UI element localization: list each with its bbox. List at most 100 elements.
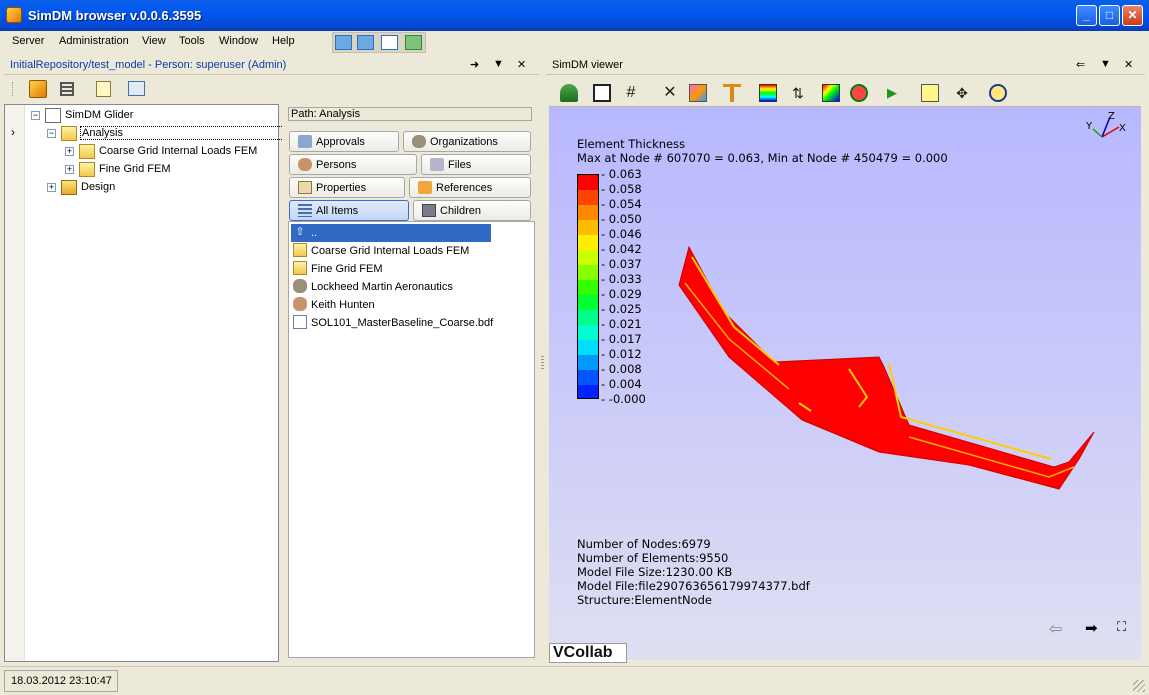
close-panel-icon[interactable]: ✕ <box>517 58 526 71</box>
menu-view[interactable]: View <box>142 35 166 47</box>
approvals-icon <box>298 135 312 148</box>
tab-properties[interactable]: Properties <box>289 177 405 198</box>
analysis-folder-icon <box>293 243 307 257</box>
menu-administration[interactable]: Administration <box>59 35 129 47</box>
close-button[interactable]: ✕ <box>1122 5 1143 26</box>
analysis-folder-icon <box>79 144 95 159</box>
close-panel-icon[interactable]: ✕ <box>1124 58 1133 71</box>
minimize-button[interactable]: _ <box>1076 5 1097 26</box>
status-bar: 18.03.2012 23:10:47 <box>0 666 1149 695</box>
layout-right-icon[interactable] <box>357 35 374 50</box>
item-list: ⇧ .. Coarse Grid Internal Loads FEM Fine… <box>288 221 535 658</box>
expand-icon[interactable]: + <box>47 183 56 192</box>
properties-icon <box>298 181 312 194</box>
note-icon[interactable] <box>921 84 939 102</box>
info-file-size: Model File Size:1230.00 KB <box>577 565 733 579</box>
cube-icon[interactable] <box>689 84 707 102</box>
menu-window[interactable]: Window <box>219 35 258 47</box>
menu-bar: Server Administration View Tools Window … <box>0 31 1149 54</box>
current-row-marker: › <box>11 125 15 139</box>
layout-left-icon[interactable] <box>335 35 352 50</box>
references-icon <box>418 181 432 194</box>
layout-split-icon[interactable] <box>381 35 398 50</box>
section-icon[interactable] <box>723 84 741 102</box>
panel-splitter[interactable] <box>539 56 546 664</box>
splitter-grip <box>541 356 544 370</box>
files-icon <box>430 158 444 171</box>
explode-icon[interactable]: ✕ <box>661 84 679 102</box>
tab-approvals[interactable]: Approvals <box>289 131 399 152</box>
list-item[interactable]: SOL101_MasterBaseline_Coarse.bdf <box>291 314 521 332</box>
tab-organizations[interactable]: Organizations <box>403 131 531 152</box>
forward-arrow-icon[interactable]: ➡ <box>1085 619 1098 637</box>
y-axis-line <box>1092 128 1103 138</box>
tree-view-icon[interactable] <box>560 84 578 102</box>
list-item-label: Fine Grid FEM <box>311 263 383 275</box>
3d-viewport[interactable]: Element Thickness Max at Node # 607070 =… <box>549 107 1141 660</box>
pin-icon[interactable]: ➜ <box>470 58 479 71</box>
tree-label: Design <box>81 181 116 193</box>
info-file-name: Model File:file290763656179974377.bdf <box>577 579 810 593</box>
back-arrow-icon[interactable]: ⇦ <box>1049 619 1062 639</box>
window-title: SimDM browser v.0.0.6.3595 <box>28 8 202 23</box>
viewer-toolbar: # ✕ ⇅ ▶ ✥ <box>549 79 1141 107</box>
up-arrow-icon: ⇧ <box>295 226 305 238</box>
list-item-parent[interactable]: ⇧ .. <box>291 224 491 242</box>
status-datetime: 18.03.2012 23:10:47 <box>4 670 118 692</box>
maximize-button[interactable]: □ <box>1099 5 1120 26</box>
expand-icon[interactable]: + <box>65 165 74 174</box>
info-structure: Structure:ElementNode <box>577 593 712 607</box>
person-icon <box>298 158 312 171</box>
analysis-folder-icon <box>61 126 77 141</box>
repository-path: InitialRepository/test_model - Person: s… <box>10 59 287 71</box>
list-item[interactable]: Coarse Grid Internal Loads FEM <box>291 242 491 260</box>
menu-help[interactable]: Help <box>272 35 295 47</box>
swap-icon[interactable] <box>405 35 422 50</box>
zoom-icon[interactable] <box>989 84 1007 102</box>
list-item[interactable]: Keith Hunten <box>291 296 491 314</box>
list-item[interactable]: Fine Grid FEM <box>291 260 491 278</box>
menu-tools[interactable]: Tools <box>179 35 205 47</box>
tab-files[interactable]: Files <box>421 154 531 175</box>
float-icon[interactable]: ⇐ <box>1076 58 1085 71</box>
fit-view-icon[interactable] <box>593 84 611 102</box>
repository-tree: › − SimDM Glider − Analysis + Coarse Gri… <box>4 104 320 662</box>
menu-server[interactable]: Server <box>12 35 44 47</box>
app-icon <box>6 7 22 23</box>
collapse-icon[interactable]: − <box>31 111 40 120</box>
dropdown-icon[interactable]: ▼ <box>493 58 504 70</box>
left-panel-header: InitialRepository/test_model - Person: s… <box>4 56 539 75</box>
list-view-icon[interactable] <box>60 82 74 96</box>
list-item[interactable]: Lockheed Martin Aeronautics <box>291 278 491 296</box>
list-item-label: Lockheed Martin Aeronautics <box>311 281 453 293</box>
window-icon[interactable] <box>128 81 145 96</box>
tab-children[interactable]: Children <box>413 200 531 221</box>
probe-icon[interactable] <box>850 84 868 102</box>
children-icon <box>422 204 436 217</box>
expand-icon[interactable]: + <box>65 147 74 156</box>
pan-icon[interactable]: ✥ <box>953 84 971 102</box>
legend-icon[interactable] <box>759 84 777 102</box>
resize-grip[interactable] <box>1133 680 1145 692</box>
dropdown-icon[interactable]: ▼ <box>1100 58 1111 70</box>
info-elements: Number of Elements:9550 <box>577 551 729 565</box>
z-axis-label: Z <box>1108 111 1115 122</box>
sort-icon[interactable]: ⇅ <box>789 84 807 102</box>
toolbar-grip <box>12 82 14 96</box>
tab-label: Approvals <box>316 136 365 148</box>
play-icon[interactable]: ▶ <box>883 84 901 102</box>
fullscreen-icon[interactable]: ⛶ <box>1117 619 1126 635</box>
tab-references[interactable]: References <box>409 177 531 198</box>
tab-persons[interactable]: Persons <box>289 154 417 175</box>
viewer-title: SimDM viewer <box>552 59 623 71</box>
edit-note-icon[interactable] <box>96 81 111 97</box>
design-folder-icon <box>61 180 77 195</box>
grid-icon[interactable]: # <box>622 84 640 102</box>
collapse-icon[interactable]: − <box>47 129 56 138</box>
tab-label: References <box>436 182 493 194</box>
list-item-label: .. <box>311 227 318 239</box>
tab-all-items[interactable]: All Items <box>289 200 409 221</box>
wand-icon[interactable] <box>29 80 47 98</box>
analysis-folder-icon <box>293 261 307 275</box>
contour-icon[interactable] <box>822 84 840 102</box>
